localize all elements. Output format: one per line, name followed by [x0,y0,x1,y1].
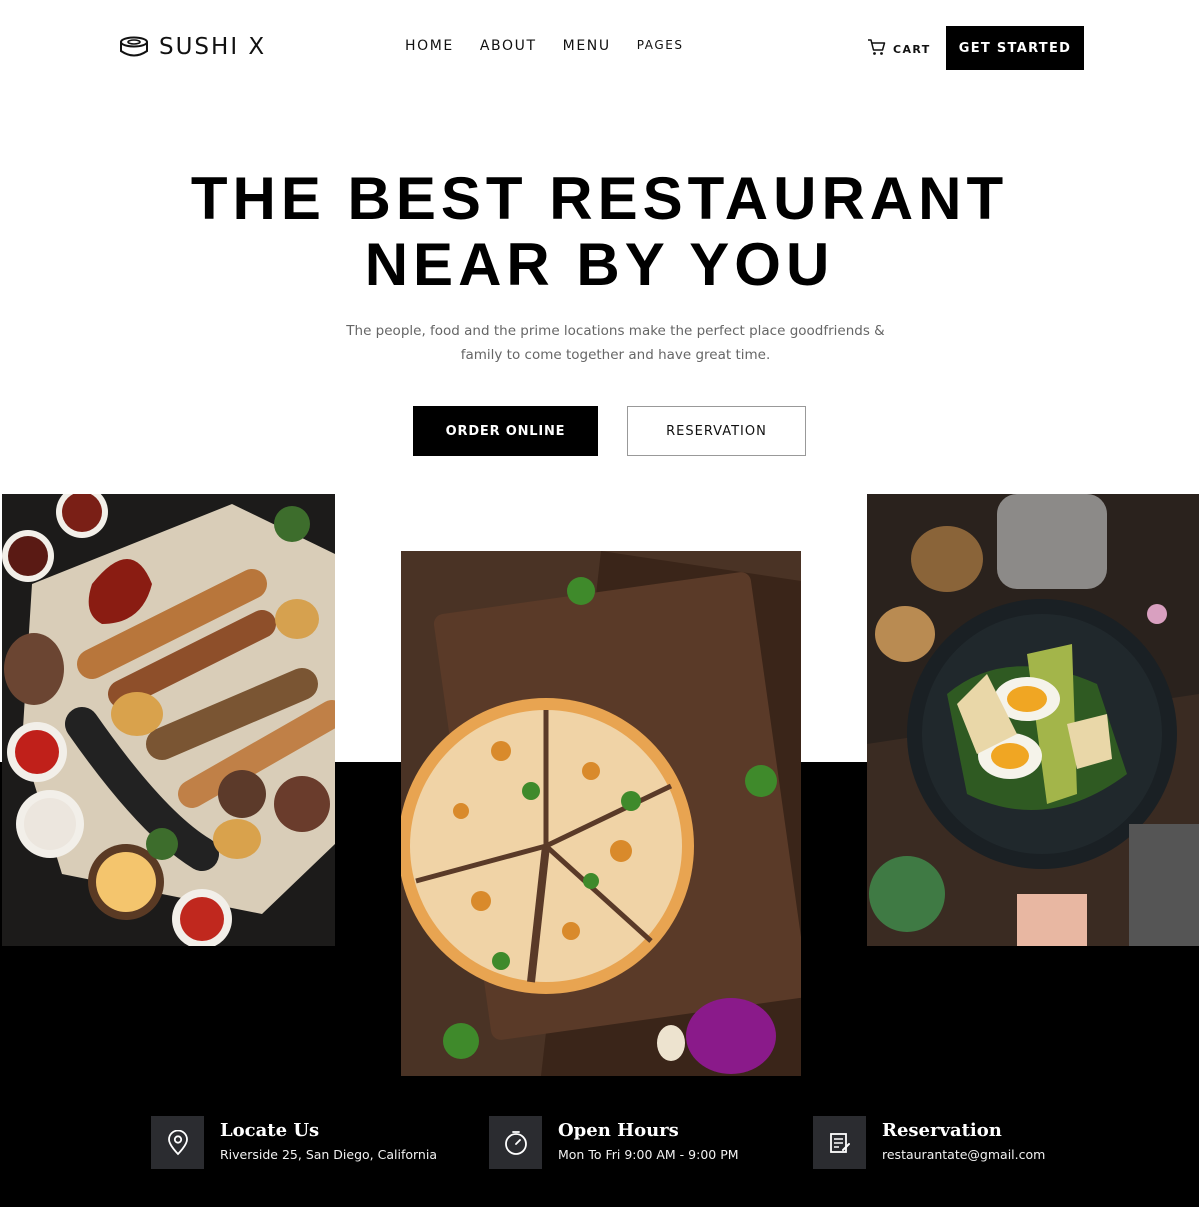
main-nav: HOME ABOUT MENU PAGES [405,38,710,54]
location-pin-icon [151,1116,204,1169]
info-detail[interactable]: restaurantate@gmail.com [882,1147,1045,1163]
info-reservation: Reservation restaurantate@gmail.com [813,1116,1045,1169]
info-detail: Mon To Fri 9:00 AM - 9:00 PM [558,1147,739,1162]
nav-pages[interactable]: PAGES [637,38,684,52]
nav-menu[interactable]: MENU [563,38,611,54]
pizza-on-board-image [401,551,801,1076]
info-title: Open Hours [558,1120,679,1141]
clock-icon [489,1116,542,1169]
brand-logo[interactable]: SUSHI X [119,32,266,62]
hero-title-line-2: NEAR BY YOU [364,231,835,298]
hero-title: THE BEST RESTAURANT NEAR BY YOU [0,166,1199,298]
nav-home[interactable]: HOME [405,38,454,54]
info-title: Locate Us [220,1120,320,1141]
reservation-form-icon [813,1116,866,1169]
grilled-kebab-platter-image [2,494,335,946]
hero-title-line-1: THE BEST RESTAURANT [190,165,1009,232]
info-title: Reservation [882,1120,1002,1141]
cart-icon [867,38,886,61]
info-locate-us: Locate Us Riverside 25, San Diego, Calif… [151,1116,437,1169]
get-started-button[interactable]: GET STARTED [946,26,1084,70]
sushi-roll-icon [119,36,149,58]
hero-subtitle: The people, food and the prime locations… [346,323,885,363]
info-detail: Riverside 25, San Diego, California [220,1147,437,1162]
nav-about[interactable]: ABOUT [480,38,537,54]
cart-label: CART [893,43,931,56]
brand-name: SUSHI X [159,34,267,60]
egg-avocado-salad-image [867,494,1199,946]
info-open-hours: Open Hours Mon To Fri 9:00 AM - 9:00 PM [489,1116,739,1169]
order-online-button[interactable]: ORDER ONLINE [413,406,598,456]
cart-link[interactable]: CART [867,38,931,61]
reservation-button[interactable]: RESERVATION [627,406,806,456]
